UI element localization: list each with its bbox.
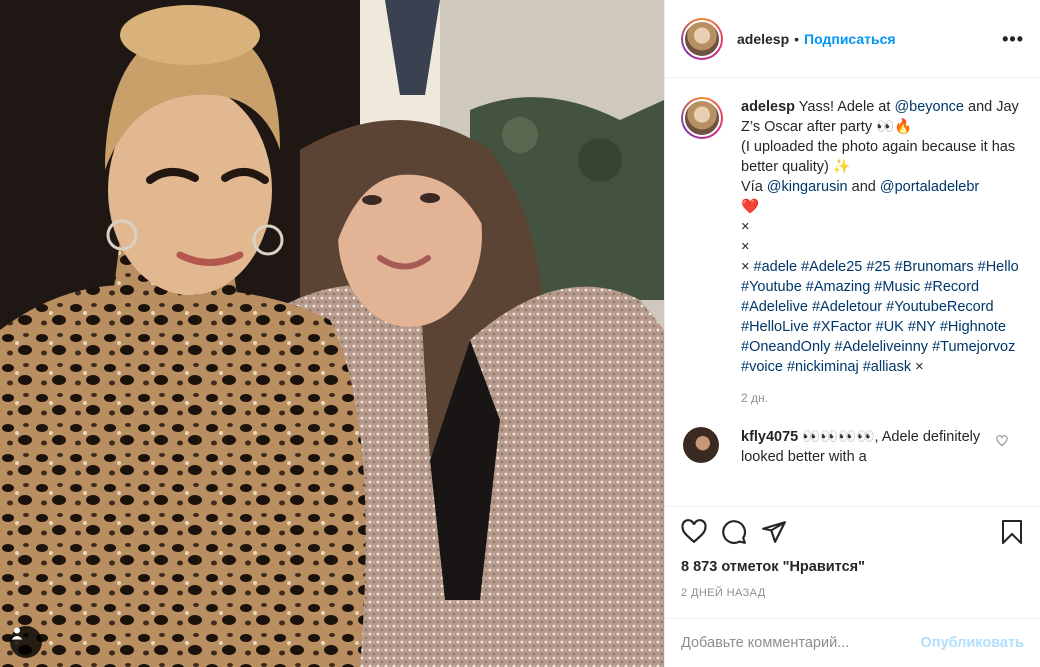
caption-emoji2: ✨: [832, 159, 851, 175]
caption-avatar[interactable]: [681, 97, 723, 139]
likes-count[interactable]: 8 873 отметок "Нравится": [681, 559, 1024, 575]
caption-username[interactable]: adelesp: [741, 99, 795, 115]
hashtag-link[interactable]: #nickiminaj: [787, 359, 859, 375]
heart-emoji: ❤️: [741, 199, 760, 215]
hashtag-link[interactable]: #voice: [741, 359, 783, 375]
hashtag-link[interactable]: #Amazing: [806, 279, 870, 295]
hashtag-link[interactable]: #25: [866, 259, 890, 275]
post-sidebar: adelesp • Подписаться ••• adelesp Yass! …: [664, 0, 1040, 667]
mention-kingarusin[interactable]: @kingarusin: [767, 179, 848, 195]
post-actions: 8 873 отметок "Нравится" 2 ДНЕЙ НАЗАД: [665, 506, 1040, 599]
hashtag-link[interactable]: #XFactor: [813, 319, 872, 335]
hashtag-link[interactable]: #HelloLive: [741, 319, 809, 335]
hashtag-link[interactable]: #Adelelive: [741, 299, 808, 315]
hashtag-link[interactable]: #Adeleliveinny: [835, 339, 929, 355]
caption-via: Vía: [741, 179, 763, 195]
bookmark-icon[interactable]: [1000, 519, 1024, 545]
share-icon[interactable]: [761, 519, 787, 545]
hashtag-list: #adele #Adele25 #25 #Brunomars #Hello #Y…: [741, 259, 1019, 375]
author-avatar[interactable]: [681, 17, 723, 60]
avatar-image: [683, 99, 721, 137]
follow-button[interactable]: Подписаться: [804, 31, 896, 47]
hashtag-link[interactable]: #Highnote: [940, 319, 1006, 335]
hashtag-link[interactable]: #Hello: [978, 259, 1019, 275]
caption-separator: ×: [741, 219, 750, 235]
comment-item: kfly4075 👀👀👀👀, Adele definitely looked b…: [665, 405, 1040, 467]
hashtag-link[interactable]: #Music: [874, 279, 920, 295]
caption-separator: ×: [741, 239, 750, 255]
avatar-image: [683, 19, 721, 58]
post-date[interactable]: 2 ДНЕЙ НАЗАД: [681, 587, 1024, 599]
post-caption: adelesp Yass! Adele at @beyonce and Jay …: [665, 79, 1040, 377]
post-photo[interactable]: [0, 0, 664, 667]
add-comment-form: Опубликовать: [665, 618, 1040, 667]
hashtag-link[interactable]: #Tumejorvoz: [932, 339, 1015, 355]
header-separator: •: [794, 30, 800, 47]
comment-input[interactable]: [681, 635, 921, 651]
author-username[interactable]: adelesp: [737, 31, 789, 47]
caption-and: and: [851, 179, 876, 195]
tagged-users-button[interactable]: [10, 626, 42, 658]
comment-like-icon[interactable]: [996, 435, 1008, 447]
commenter-avatar[interactable]: [683, 427, 719, 463]
hashtag-link[interactable]: #NY: [908, 319, 936, 335]
hashtag-link[interactable]: #Adeletour: [812, 299, 882, 315]
hashtag-link[interactable]: #YoutubeRecord: [886, 299, 994, 315]
mention-portaladelebr[interactable]: @portaladelebr: [880, 179, 979, 195]
hashtag-link[interactable]: #alliask: [863, 359, 911, 375]
publish-button[interactable]: Опубликовать: [920, 635, 1024, 651]
mention-beyonce[interactable]: @beyonce: [894, 99, 964, 115]
action-icons: [681, 517, 1024, 547]
hashtag-link[interactable]: #Youtube: [741, 279, 802, 295]
caption-emoji1: 👀🔥: [876, 119, 913, 135]
comment-icon[interactable]: [721, 519, 747, 545]
caption-text: adelesp Yass! Adele at @beyonce and Jay …: [741, 97, 1024, 377]
hashtag-link[interactable]: #UK: [876, 319, 904, 335]
user-icon: [11, 627, 23, 640]
comment-emoji: 👀👀👀👀: [802, 429, 875, 445]
photo-illustration: [0, 0, 664, 667]
hashtag-link[interactable]: #OneandOnly: [741, 339, 830, 355]
hashtag-link[interactable]: #Brunomars: [895, 259, 974, 275]
caption-line2: (I uploaded the photo again because it h…: [741, 139, 1016, 175]
hashtag-link[interactable]: #Adele25: [801, 259, 862, 275]
more-options-icon[interactable]: •••: [1002, 30, 1024, 48]
post-header: adelesp • Подписаться •••: [665, 0, 1040, 78]
comment-text: kfly4075 👀👀👀👀, Adele definitely looked b…: [741, 427, 981, 467]
hashtag-link[interactable]: #adele: [754, 259, 798, 275]
caption-line1: Yass! Adele at: [798, 99, 891, 115]
caption-timestamp[interactable]: 2 дн.: [741, 391, 1040, 405]
comments-section[interactable]: adelesp Yass! Adele at @beyonce and Jay …: [665, 79, 1040, 505]
like-icon[interactable]: [681, 519, 707, 545]
commenter-username[interactable]: kfly4075: [741, 429, 798, 445]
caption-separator: ×: [741, 259, 750, 275]
caption-separator: ×: [915, 359, 924, 375]
hashtag-link[interactable]: #Record: [924, 279, 979, 295]
